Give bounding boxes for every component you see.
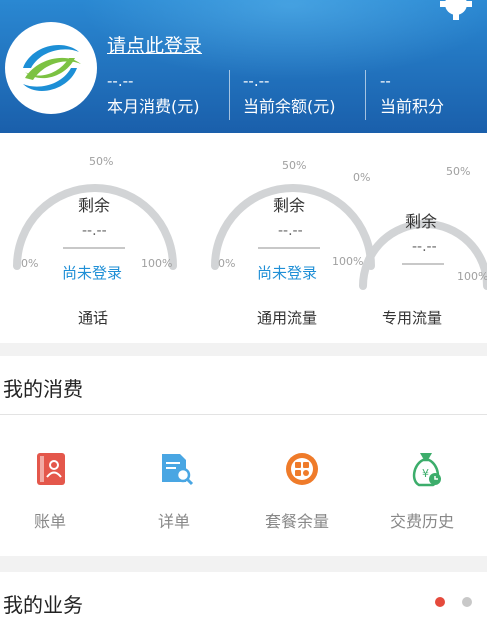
special-gauge-min-label: 0% [353,171,371,184]
login-link[interactable]: 请点此登录 [107,31,202,58]
my-consumption-title: 我的消费 [3,377,83,401]
data-login-status[interactable]: 尚未登录 [257,262,317,283]
points-stat[interactable]: -- 当前积分 [380,72,444,120]
data-remaining-label: 剩余 [273,196,306,215]
data-gauge-name: 通用流量 [257,309,318,327]
special-value-underline [402,263,444,265]
my-consumption-section: 我的消费 账单 详单 套餐余量 ¥ 交费历史 [0,356,487,556]
points-value: -- [380,72,391,90]
my-business-section: 我的业务 [0,572,487,633]
bill-icon[interactable] [36,452,66,490]
svg-text:¥: ¥ [422,467,429,480]
account-header: 请点此登录 --.-- 本月消费(元) --.-- 当前余额(元) -- 当前积… [0,0,487,133]
points-label: 当前积分 [380,97,445,116]
monthly-spending-stat[interactable]: --.-- 本月消费(元) [107,72,200,120]
balance-stat[interactable]: --.-- 当前余额(元) [243,72,336,120]
data-value-underline [258,247,320,249]
call-gauge-mid-label: 50% [89,155,114,168]
detail-label[interactable]: 详单 [158,508,190,532]
data-gauge-min-label: 0% [218,257,236,270]
call-value-underline [63,247,125,249]
data-remaining-value: --.-- [278,223,303,239]
special-remaining-value: --.-- [412,239,437,255]
monthly-spending-label: 本月消费(元) [107,97,200,116]
balance-value: --.-- [243,72,270,90]
call-gauge-max-label: 100% [141,257,173,270]
special-gauge-mid-label: 50% [446,165,471,178]
call-login-status[interactable]: 尚未登录 [62,262,122,283]
special-gauge-max-label: 100% [457,270,487,283]
balance-label: 当前余额(元) [243,97,336,116]
page-indicator-dot-active[interactable] [435,597,445,607]
usage-gauges: 50% 0% 100% 剩余 --.-- 尚未登录 通话 50% 0% 100%… [0,133,487,343]
package-label[interactable]: 套餐余量 [265,508,329,532]
money-bag-icon[interactable]: ¥ [409,451,443,491]
package-icon[interactable] [285,452,319,490]
detail-search-icon[interactable] [160,452,194,490]
page-indicator-dot[interactable] [462,597,472,607]
china-mobile-logo-icon [23,45,81,91]
stat-divider [229,70,230,120]
section-divider [0,414,487,415]
stat-divider [365,70,366,120]
call-gauge-name: 通话 [78,309,109,327]
my-business-title: 我的业务 [3,593,83,617]
avatar[interactable] [5,22,97,114]
data-gauge-mid-label: 50% [282,159,307,172]
special-remaining-label: 剩余 [405,212,438,231]
bill-label[interactable]: 账单 [34,508,66,532]
call-gauge-min-label: 0% [21,257,39,270]
monthly-spending-value: --.-- [107,72,134,90]
data-gauge-max-label: 100% [332,255,364,268]
special-gauge-name: 专用流量 [382,309,443,327]
payment-history-label[interactable]: 交费历史 [390,508,454,532]
call-remaining-value: --.-- [82,223,107,239]
call-remaining-label: 剩余 [78,196,111,215]
settings-gear-icon[interactable] [438,0,474,26]
